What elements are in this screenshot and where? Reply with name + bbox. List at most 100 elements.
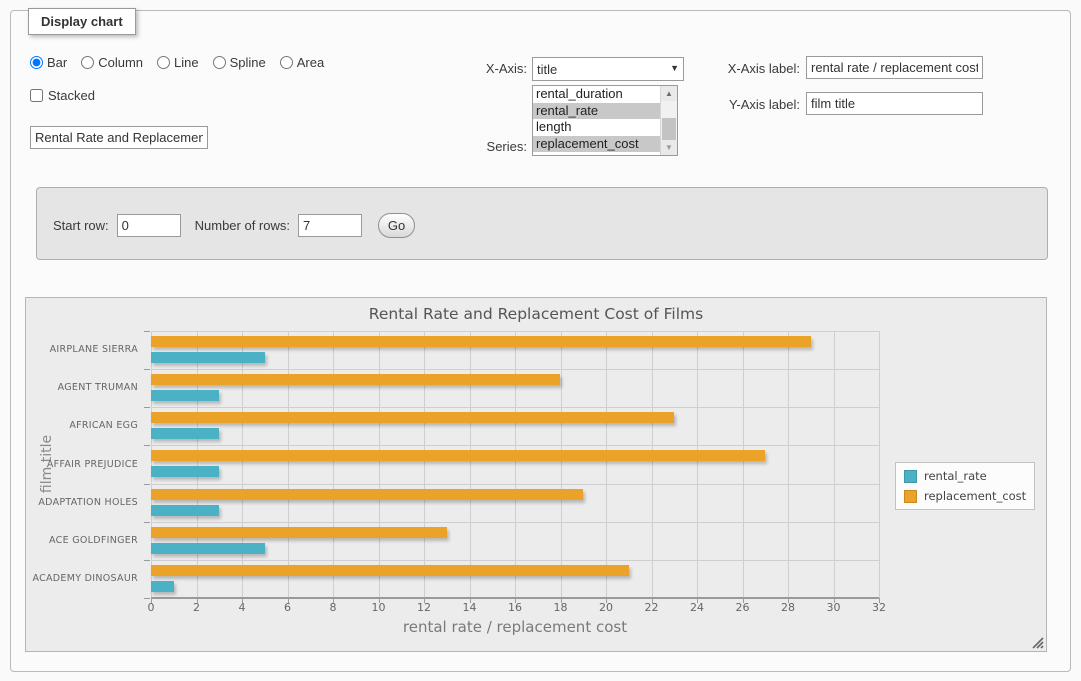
- x-axis-select-label: X-Axis:: [430, 61, 527, 76]
- legend-label: replacement_cost: [924, 489, 1026, 503]
- bar-rental_rate: [151, 352, 265, 363]
- y-axis-tick: [144, 598, 150, 599]
- x-tick-label: 26: [723, 601, 763, 614]
- chart-type-label: Line: [174, 55, 199, 70]
- series-scrollbar[interactable]: ▲ ▼: [660, 86, 677, 155]
- x-tick-label: 16: [495, 601, 535, 614]
- chart-type-label: Bar: [47, 55, 67, 70]
- chart-type-radio-spline[interactable]: [213, 56, 226, 69]
- bar-replacement_cost: [151, 489, 583, 500]
- gridline-vertical: [470, 331, 471, 598]
- series-option-length[interactable]: length: [533, 119, 677, 136]
- category-label: AFRICAN EGG: [26, 420, 138, 431]
- series-multiselect[interactable]: rental_durationrental_ratelengthreplacem…: [532, 85, 678, 156]
- y-axis-label-label: Y-Axis label:: [700, 97, 800, 112]
- chart-title: Rental Rate and Replacement Cost of Film…: [26, 305, 1046, 323]
- legend-swatch: [904, 470, 917, 483]
- stacked-label: Stacked: [48, 88, 95, 103]
- start-row-input[interactable]: [117, 214, 181, 237]
- gridline-vertical: [879, 331, 880, 598]
- gridline-vertical: [697, 331, 698, 598]
- gridline-vertical: [606, 331, 607, 598]
- gridline-vertical: [288, 331, 289, 598]
- chart-type-radio-line[interactable]: [157, 56, 170, 69]
- series-options: rental_durationrental_ratelengthreplacem…: [533, 86, 677, 152]
- x-tick-label: 32: [859, 601, 899, 614]
- y-axis-tick: [144, 407, 150, 408]
- gridline-vertical: [834, 331, 835, 598]
- y-axis-tick: [144, 484, 150, 485]
- y-axis-tick: [144, 445, 150, 446]
- go-button[interactable]: Go: [378, 213, 415, 238]
- plot-area: [151, 331, 879, 598]
- gridline-horizontal: [151, 560, 879, 561]
- gridline-vertical: [424, 331, 425, 598]
- bar-rental_rate: [151, 390, 219, 401]
- x-axis-label-input[interactable]: [806, 56, 983, 79]
- x-axis-select[interactable]: title: [532, 57, 684, 81]
- bar-rental_rate: [151, 581, 174, 592]
- x-tick-label: 6: [268, 601, 308, 614]
- chart-title-input[interactable]: [30, 126, 208, 149]
- x-tick-label: 24: [677, 601, 717, 614]
- x-tick-label: 10: [359, 601, 399, 614]
- resize-handle-icon[interactable]: [1031, 636, 1044, 649]
- num-rows-input[interactable]: [298, 214, 362, 237]
- category-label: ADAPTATION HOLES: [26, 497, 138, 508]
- chart-type-radio-area[interactable]: [280, 56, 293, 69]
- legend-item-replacement_cost: replacement_cost: [904, 489, 1026, 503]
- series-option-rental_rate[interactable]: rental_rate: [533, 103, 677, 120]
- gridline-horizontal: [151, 484, 879, 485]
- gridline-horizontal: [151, 369, 879, 370]
- bar-replacement_cost: [151, 336, 811, 347]
- bar-replacement_cost: [151, 565, 629, 576]
- category-label: AIRPLANE SIERRA: [26, 344, 138, 355]
- x-axis-line: [151, 597, 879, 599]
- bar-rental_rate: [151, 428, 219, 439]
- x-axis-select-wrap: title ▼: [532, 57, 684, 81]
- y-axis-tick: [144, 369, 150, 370]
- x-tick-label: 12: [404, 601, 444, 614]
- category-label: ACADEMY DINOSAUR: [26, 573, 138, 584]
- y-axis-label-input[interactable]: [806, 92, 983, 115]
- stacked-checkbox[interactable]: [30, 89, 43, 102]
- x-tick-label: 18: [541, 601, 581, 614]
- gridline-vertical: [788, 331, 789, 598]
- y-axis-tick: [144, 522, 150, 523]
- legend-item-rental_rate: rental_rate: [904, 469, 1026, 483]
- chart-type-label: Area: [297, 55, 324, 70]
- category-label: AFFAIR PREJUDICE: [26, 459, 138, 470]
- chart-type-column: Column: [81, 55, 143, 70]
- chart-type-spline: Spline: [213, 55, 266, 70]
- gridline-vertical: [151, 331, 152, 598]
- chart-legend: rental_rate replacement_cost: [895, 462, 1035, 510]
- gridline-vertical: [561, 331, 562, 598]
- scroll-up-icon[interactable]: ▲: [661, 86, 677, 101]
- chart-type-label: Column: [98, 55, 143, 70]
- series-option-replacement_cost[interactable]: replacement_cost: [533, 136, 677, 153]
- y-axis-tick: [144, 331, 150, 332]
- x-tick-label: 14: [450, 601, 490, 614]
- chart-type-group: Bar Column Line Spline Area: [30, 55, 332, 70]
- x-tick-label: 20: [586, 601, 626, 614]
- bar-rental_rate: [151, 505, 219, 516]
- bar-replacement_cost: [151, 374, 560, 385]
- category-label: AGENT TRUMAN: [26, 382, 138, 393]
- gridline-vertical: [515, 331, 516, 598]
- x-tick-label: 8: [313, 601, 353, 614]
- x-tick-label: 30: [814, 601, 854, 614]
- x-tick-label: 0: [131, 601, 171, 614]
- gridline-vertical: [197, 331, 198, 598]
- chart-type-radio-bar[interactable]: [30, 56, 43, 69]
- chart-type-label: Spline: [230, 55, 266, 70]
- scrollbar-thumb[interactable]: [662, 118, 676, 140]
- series-option-rental_duration[interactable]: rental_duration: [533, 86, 677, 103]
- gridline-vertical: [379, 331, 380, 598]
- chart-type-radio-column[interactable]: [81, 56, 94, 69]
- x-tick-label: 4: [222, 601, 262, 614]
- display-chart-page: Display chart BarColumnLineSplineArea St…: [0, 0, 1081, 681]
- scroll-down-icon[interactable]: ▼: [661, 140, 677, 155]
- gridline-vertical: [652, 331, 653, 598]
- num-rows-label: Number of rows:: [195, 218, 290, 233]
- gridline-horizontal: [151, 331, 879, 332]
